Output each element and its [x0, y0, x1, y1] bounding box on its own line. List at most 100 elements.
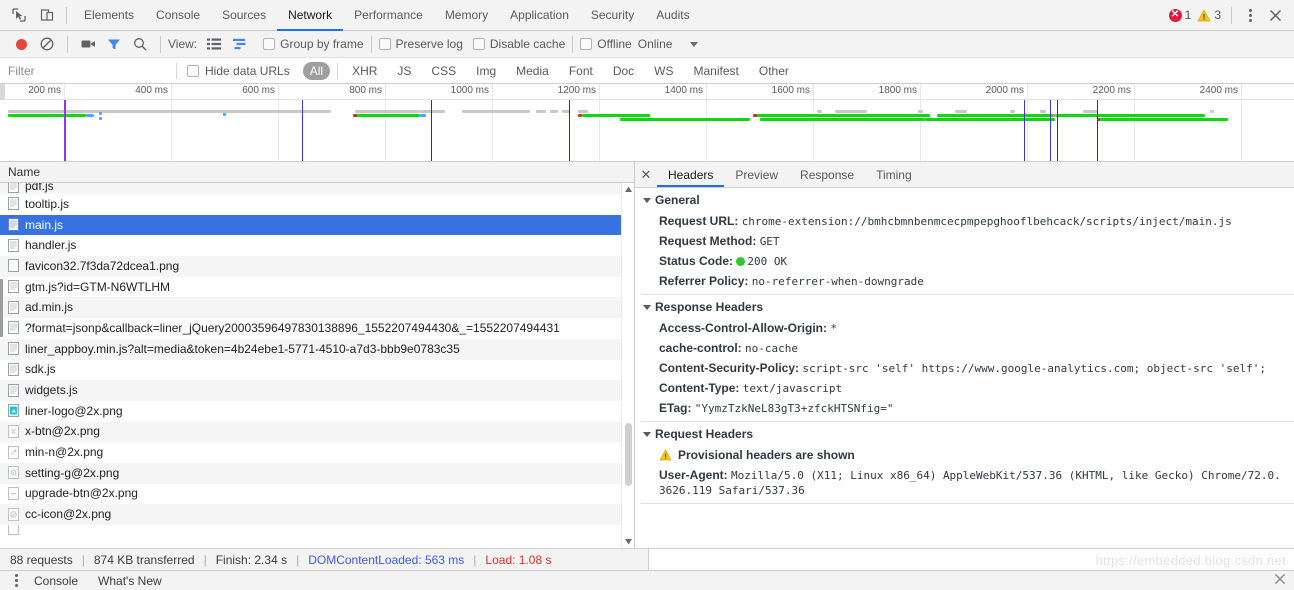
- overview-band: [8, 110, 86, 113]
- table-row[interactable]: pdf.js: [0, 183, 634, 194]
- table-row[interactable]: main.js: [0, 214, 634, 236]
- drawer-tab-console[interactable]: Console: [24, 574, 88, 588]
- type-filter-doc[interactable]: Doc: [606, 62, 641, 80]
- table-row[interactable]: setting-g@2x.png: [0, 462, 634, 484]
- filter-input[interactable]: [0, 57, 176, 84]
- type-filter-xhr[interactable]: XHR: [345, 62, 384, 80]
- table-row[interactable]: cc-icon@2x.png: [0, 504, 634, 525]
- type-filter-media[interactable]: Media: [509, 62, 556, 80]
- header-row: Content-Type: text/javascript: [635, 378, 1294, 398]
- more-options-icon[interactable]: [1240, 8, 1260, 22]
- overview-band: [99, 112, 102, 115]
- tab-security[interactable]: Security: [580, 0, 645, 31]
- filter-toggle-button[interactable]: [101, 32, 127, 56]
- view-waterfall-button[interactable]: [227, 32, 253, 56]
- network-status-bar: 88 requests | 874 KB transferred | Finis…: [0, 548, 1294, 570]
- group-by-frame-checkbox[interactable]: Group by frame: [263, 37, 364, 51]
- checkbox-box[interactable]: [580, 38, 593, 50]
- overview-band: [355, 114, 420, 117]
- table-row[interactable]: x-btn@2x.png: [0, 421, 634, 443]
- type-filter-font[interactable]: Font: [562, 62, 600, 80]
- tab-audits[interactable]: Audits: [645, 0, 700, 31]
- table-row[interactable]: widgets.js: [0, 380, 634, 401]
- scrollbar-thumb[interactable]: [625, 423, 632, 486]
- header-key: User-Agent:: [659, 467, 728, 482]
- drawer-more-options-icon[interactable]: [8, 574, 24, 587]
- warning-count-badge[interactable]: 3: [1195, 8, 1223, 22]
- section-title: General: [655, 193, 700, 207]
- request-name: upgrade-btn@2x.png: [25, 486, 138, 501]
- record-button[interactable]: [8, 32, 34, 56]
- capture-screenshots-button[interactable]: [75, 32, 101, 56]
- request-name: favicon32.7f3da72dcea1.png: [25, 258, 180, 273]
- section-general[interactable]: General: [635, 188, 1294, 211]
- tab-performance[interactable]: Performance: [343, 0, 434, 31]
- table-row[interactable]: min-n@2x.png: [0, 442, 634, 463]
- tab-console[interactable]: Console: [145, 0, 211, 31]
- table-row[interactable]: upgrade-btn@2x.png: [0, 484, 634, 505]
- type-filter-all[interactable]: All: [302, 61, 331, 80]
- section-request-headers[interactable]: Request Headers: [635, 422, 1294, 445]
- close-detail-icon[interactable]: ✕: [635, 162, 657, 187]
- toolbar-divider-4: [572, 35, 574, 53]
- tab-sources[interactable]: Sources: [211, 0, 277, 31]
- close-devtools-icon[interactable]: [1262, 3, 1288, 27]
- type-filter-js[interactable]: JS: [390, 62, 418, 80]
- overview-band: [955, 110, 967, 113]
- type-filter-other[interactable]: Other: [752, 62, 796, 80]
- tab-timing[interactable]: Timing: [865, 162, 923, 187]
- tab-headers[interactable]: Headers: [657, 162, 725, 187]
- overview-tick: 1000 ms: [451, 84, 493, 161]
- checkbox-box[interactable]: [187, 64, 199, 77]
- throttling-select[interactable]: Online: [632, 37, 699, 51]
- table-row[interactable]: liner_appboy.min.js?alt=media&token=4b24…: [0, 338, 634, 360]
- table-row[interactable]: sdk.js: [0, 360, 634, 381]
- overview-band: [420, 114, 426, 117]
- device-toolbar-icon[interactable]: [34, 3, 60, 27]
- type-filter-css[interactable]: CSS: [424, 62, 463, 80]
- offline-checkbox[interactable]: Offline: [580, 37, 632, 51]
- tab-response[interactable]: Response: [789, 162, 865, 187]
- disable-cache-checkbox[interactable]: Disable cache: [472, 37, 565, 51]
- hide-data-urls-checkbox[interactable]: Hide data URLs: [177, 64, 300, 78]
- tab-network[interactable]: Network: [277, 0, 344, 31]
- tab-label: Network: [288, 8, 333, 22]
- type-filter-ws[interactable]: WS: [647, 62, 680, 80]
- request-list-header: Name: [0, 162, 634, 183]
- checkbox-box[interactable]: [472, 38, 485, 50]
- table-row[interactable]: tooltip.js: [0, 194, 634, 215]
- error-count-badge[interactable]: ✕ 1: [1167, 8, 1194, 22]
- tab-application[interactable]: Application: [499, 0, 580, 31]
- request-list-body[interactable]: pdf.js tooltip.js main.js handler.js fav: [0, 183, 634, 548]
- table-row[interactable]: handler.js: [0, 235, 634, 256]
- tab-elements[interactable]: Elements: [73, 0, 145, 31]
- table-row[interactable]: ad.min.js: [0, 297, 634, 319]
- drawer-tab-whats-new[interactable]: What's New: [88, 574, 172, 588]
- section-response-headers[interactable]: Response Headers: [635, 295, 1294, 318]
- table-row[interactable]: [0, 525, 634, 536]
- table-row[interactable]: gtm.js?id=GTM-N6WTLHM: [0, 277, 634, 298]
- script-icon: [8, 300, 19, 314]
- scroll-up-arrow-icon[interactable]: [624, 185, 633, 194]
- checkbox-box[interactable]: [263, 38, 276, 50]
- table-row[interactable]: favicon32.7f3da72dcea1.png: [0, 256, 634, 277]
- type-filter-img[interactable]: Img: [469, 62, 503, 80]
- clear-button[interactable]: [34, 32, 60, 56]
- network-overview-timeline[interactable]: 200 ms 400 ms 600 ms 800 ms 1000 ms 1200…: [0, 84, 1294, 162]
- table-row[interactable]: ?format=jsonp&callback=liner_jQuery20003…: [0, 318, 634, 339]
- overview-left-handle[interactable]: [0, 84, 5, 100]
- close-drawer-icon[interactable]: [1274, 573, 1286, 588]
- view-list-button[interactable]: [201, 32, 227, 56]
- tab-preview[interactable]: Preview: [724, 162, 789, 187]
- checkbox-box[interactable]: [378, 38, 391, 50]
- preserve-log-checkbox[interactable]: Preserve log: [378, 37, 463, 51]
- type-filter-manifest[interactable]: Manifest: [687, 62, 746, 80]
- request-list-scrollbar[interactable]: [621, 183, 634, 548]
- table-row[interactable]: liner-logo@2x.png: [0, 401, 634, 422]
- clear-icon: [40, 37, 54, 51]
- overview-band: [918, 110, 923, 113]
- scroll-down-arrow-icon[interactable]: [624, 537, 633, 546]
- search-button[interactable]: [127, 32, 153, 56]
- inspect-element-icon[interactable]: [6, 3, 32, 27]
- tab-memory[interactable]: Memory: [434, 0, 499, 31]
